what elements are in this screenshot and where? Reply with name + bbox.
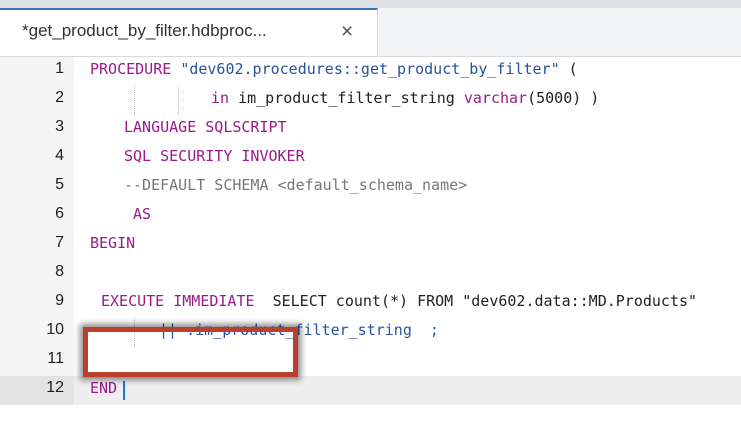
keyword-in: in [211, 89, 230, 107]
keyword-end: END [90, 379, 118, 397]
line-number: 6 [55, 205, 64, 222]
keyword-execute-immediate: EXECUTE IMMEDIATE [101, 292, 255, 310]
line-number: 7 [55, 234, 64, 251]
line-gutter: 11 [0, 347, 74, 376]
parameter-name: im_product_filter_string [238, 89, 455, 107]
line-gutter: 3 [0, 115, 74, 144]
comment-default-schema: --DEFAULT SCHEMA <default_schema_name> [124, 176, 468, 194]
window-top-strip [0, 0, 741, 8]
code-line[interactable]: 2 in im_product_filter_string varchar(50… [0, 86, 741, 115]
code-line[interactable]: 5 --DEFAULT SCHEMA <default_schema_name> [0, 173, 741, 202]
code-text: PROCEDURE "dev602.procedures::get_produc… [90, 60, 578, 78]
line-gutter: 8 [0, 260, 74, 289]
code-line[interactable]: 11 [0, 347, 741, 376]
line-gutter: 7 [0, 231, 74, 260]
line-gutter: 1 [0, 57, 74, 86]
procedure-name-string: "dev602.procedures::get_product_by_filte… [180, 60, 560, 78]
indent-guide [178, 86, 179, 115]
code-line[interactable]: 4 SQL SECURITY INVOKER [0, 144, 741, 173]
code-line[interactable]: 9 EXECUTE IMMEDIATE SELECT count(*) FROM… [0, 289, 741, 318]
line-number: 3 [55, 118, 64, 135]
keyword-varchar: varchar [463, 89, 528, 107]
code-text: SQL SECURITY INVOKER [124, 147, 305, 165]
code-line[interactable]: 3 LANGUAGE SQLSCRIPT [0, 115, 741, 144]
code-line-current[interactable]: 12 END [0, 376, 741, 405]
file-tab[interactable]: *get_product_by_filter.hdbproc... × [0, 8, 378, 56]
indent-guide [134, 318, 135, 347]
keyword-sql-security: SQL SECURITY INVOKER [124, 147, 305, 165]
line-gutter: 10 [0, 318, 74, 347]
keyword-language: LANGUAGE SQLSCRIPT [124, 118, 287, 136]
code-text: END [90, 379, 117, 397]
open-paren: ( [568, 60, 578, 78]
code-line[interactable]: 8 [0, 260, 741, 289]
line-number: 2 [55, 89, 64, 106]
code-line[interactable]: 10 || :im_product_filter_string ; [0, 318, 741, 347]
file-tab-label: *get_product_by_filter.hdbproc... [22, 21, 267, 40]
code-line[interactable]: 7 BEGIN [0, 231, 741, 260]
line-gutter: 5 [0, 173, 74, 202]
line-gutter: 4 [0, 144, 74, 173]
concat-operator: || [159, 321, 178, 339]
code-text: EXECUTE IMMEDIATE SELECT count(*) FROM "… [101, 292, 697, 310]
code-line[interactable]: 6 AS [0, 202, 741, 231]
text-cursor [123, 381, 125, 400]
code-line[interactable]: 1 PROCEDURE "dev602.procedures::get_prod… [0, 57, 741, 86]
line-gutter: 6 [0, 202, 74, 231]
keyword-begin: BEGIN [90, 234, 136, 252]
line-number: 11 [47, 350, 64, 367]
varchar-length: (5000) ) [527, 89, 600, 107]
code-text: AS [133, 205, 151, 223]
line-number: 8 [55, 263, 64, 280]
close-tab-icon[interactable]: × [341, 20, 353, 44]
code-text: --DEFAULT SCHEMA <default_schema_name> [124, 176, 467, 194]
line-number: 5 [55, 176, 64, 193]
line-number: 4 [55, 147, 64, 164]
line-number: 9 [55, 292, 64, 309]
line-gutter: 12 [0, 376, 74, 405]
line-number: 10 [46, 321, 64, 338]
select-statement: SELECT count(*) FROM "dev602.data::MD.Pr… [272, 292, 698, 310]
indent-guide [134, 86, 135, 115]
code-text: LANGUAGE SQLSCRIPT [124, 118, 287, 136]
filter-variable: :im_product_filter_string ; [186, 321, 439, 339]
code-text: in im_product_filter_string varchar(5000… [211, 89, 599, 107]
code-text: || :im_product_filter_string ; [159, 321, 439, 339]
code-text: BEGIN [90, 234, 135, 252]
keyword-as: AS [133, 205, 152, 223]
line-gutter: 2 [0, 86, 74, 115]
line-number: 1 [55, 60, 64, 77]
line-number: 12 [46, 379, 64, 396]
keyword-procedure: PROCEDURE [90, 60, 172, 78]
code-editor[interactable]: 1 PROCEDURE "dev602.procedures::get_prod… [0, 57, 741, 444]
line-gutter: 9 [0, 289, 74, 318]
